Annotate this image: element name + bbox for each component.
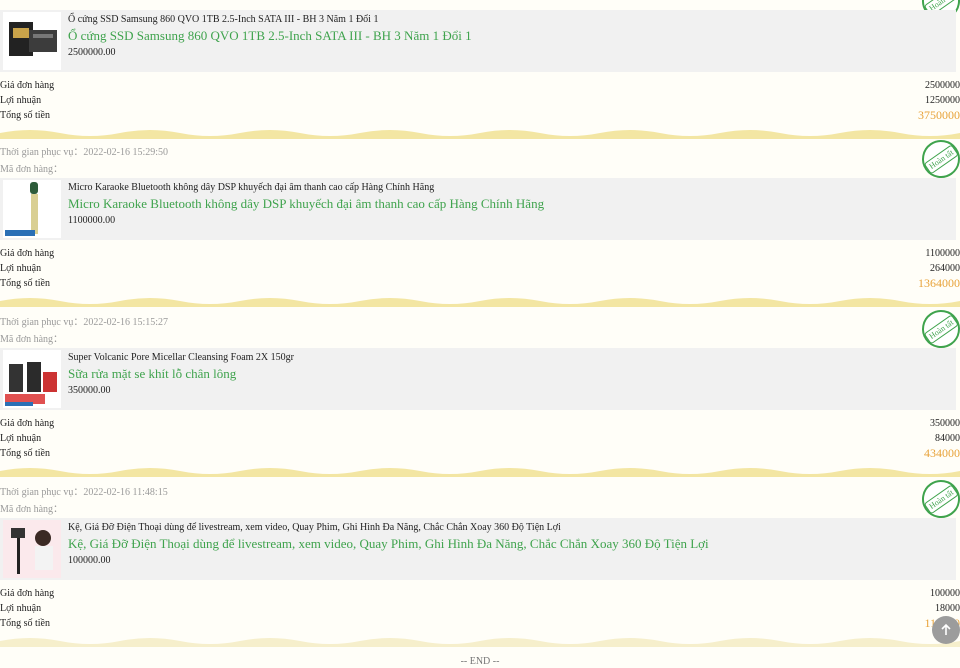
product-name-small: Kệ, Giá Đỡ Điện Thoại dùng để livestream… xyxy=(68,522,561,533)
product-name-link[interactable]: Micro Karaoke Bluetooth không dây DSP kh… xyxy=(68,195,948,213)
product-thumbnail xyxy=(3,180,61,238)
product-thumbnail xyxy=(3,350,61,408)
service-time: Thời gian phục vụ：2022-02-16 15:15:27 xyxy=(0,317,169,328)
product-unit-price: 350000.00 xyxy=(68,385,111,396)
product-unit-price: 1100000.00 xyxy=(68,215,116,226)
profit-row: Lợi nhuận 1250000 xyxy=(0,95,960,106)
product-row[interactable]: Micro Karaoke Bluetooth không dây DSP kh… xyxy=(0,178,956,240)
total-row: Tổng số tiền 1364000 xyxy=(0,276,960,290)
wave-divider xyxy=(0,130,960,139)
product-name-small: Micro Karaoke Bluetooth không dây DSP kh… xyxy=(68,182,435,193)
product-thumbnail xyxy=(3,520,61,578)
arrow-up-icon xyxy=(941,623,951,635)
product-row[interactable]: Ổ cứng SSD Samsung 860 QVO 1TB 2.5-Inch … xyxy=(0,10,956,72)
order-price-row: Giá đơn hàng 1100000 xyxy=(0,248,960,259)
service-time: Thời gian phục vụ：2022-02-16 15:29:50 xyxy=(0,147,169,158)
wave-divider xyxy=(0,638,960,647)
product-thumbnail xyxy=(3,12,61,70)
end-marker: -- END -- xyxy=(460,656,500,667)
order-code: Mã đơn hàng： xyxy=(0,164,64,175)
product-name-small: Super Volcanic Pore Micellar Cleansing F… xyxy=(68,352,294,363)
wave-divider xyxy=(0,298,960,307)
product-row[interactable]: Kệ, Giá Đỡ Điện Thoại dùng để livestream… xyxy=(0,518,956,580)
order-price-row: Giá đơn hàng 350000 xyxy=(0,418,960,429)
product-row[interactable]: Super Volcanic Pore Micellar Cleansing F… xyxy=(0,348,956,410)
total-row: Tổng số tiền118000 xyxy=(0,616,960,630)
order-card: Hoàn tất Ổ cứng SSD Samsung 860 QVO 1TB … xyxy=(0,0,960,142)
total-row: Tổng số tiền 3750000 xyxy=(0,108,960,122)
product-name-small: Ổ cứng SSD Samsung 860 QVO 1TB 2.5-Inch … xyxy=(68,14,379,25)
product-unit-price: 100000.00 xyxy=(68,555,111,566)
order-price-row: Giá đơn hàng 2500000 xyxy=(0,80,960,91)
profit-row: Lợi nhuận 264000 xyxy=(0,263,960,274)
product-unit-price: 2500000.00 xyxy=(68,47,116,58)
scroll-to-top-button[interactable] xyxy=(932,616,960,644)
total-row: Tổng số tiền 434000 xyxy=(0,446,960,460)
order-code: Mã đơn hàng： xyxy=(0,334,64,345)
service-time: Thời gian phục vụ：2022-02-16 11:48:15 xyxy=(0,487,168,498)
profit-row: Lợi nhuận 18000 xyxy=(0,603,960,614)
order-card: Hoàn tất Thời gian phục vụ：2022-02-16 15… xyxy=(0,302,960,480)
profit-row: Lợi nhuận 84000 xyxy=(0,433,960,444)
order-code: Mã đơn hàng： xyxy=(0,504,64,515)
order-card: Hoàn tất Thời gian phục vụ：2022-02-16 11… xyxy=(0,472,960,650)
product-name-link[interactable]: Sữa rửa mặt se khít lỗ chân lông xyxy=(68,365,948,383)
order-price-row: Giá đơn hàng 100000 xyxy=(0,588,960,599)
order-card: Hoàn tất Thời gian phục vụ：2022-02-16 15… xyxy=(0,132,960,310)
wave-divider xyxy=(0,468,960,477)
product-name-link[interactable]: Kệ, Giá Đỡ Điện Thoại dùng để livestream… xyxy=(68,535,948,553)
product-name-link[interactable]: Ổ cứng SSD Samsung 860 QVO 1TB 2.5-Inch … xyxy=(68,27,948,45)
